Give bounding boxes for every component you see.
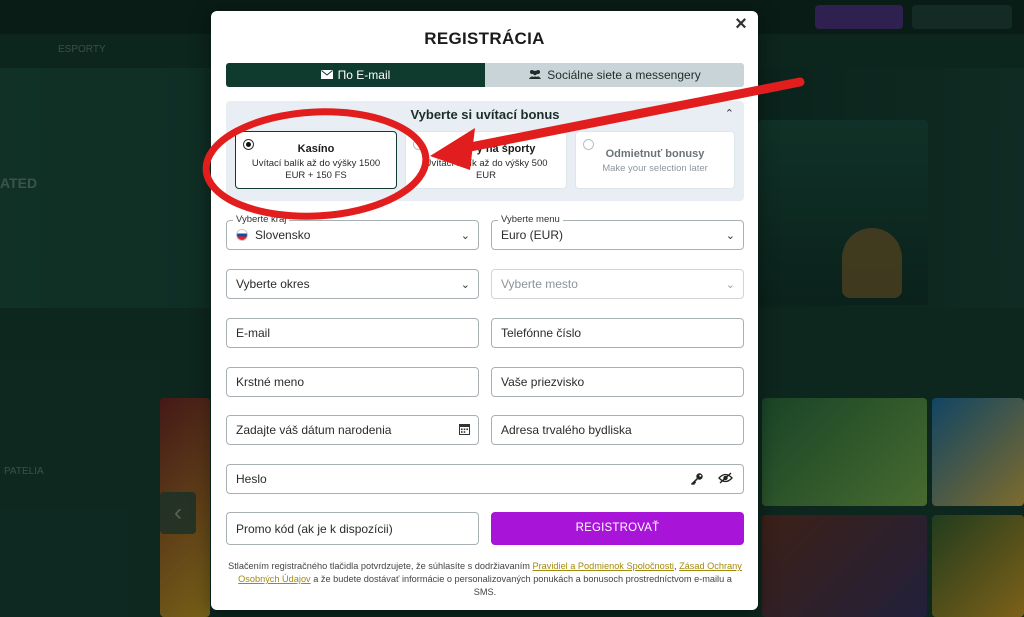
register-button[interactable]: REGISTROVAŤ	[491, 512, 744, 545]
chevron-down-icon: ⌄	[460, 230, 470, 242]
bonus-option-title: y na športy	[476, 143, 536, 155]
password-actions	[690, 472, 733, 489]
legal-text: Stlačením registračného tlačidla potvrdz…	[228, 561, 533, 571]
district-placeholder: Vyberte okres	[236, 277, 310, 291]
country-label: Vyberte kraj	[233, 214, 290, 226]
country-value: Slovensko	[255, 228, 311, 242]
currency-label: Vyberte menu	[498, 214, 563, 226]
address-placeholder: Adresa trvalého bydliska	[501, 423, 632, 437]
slovakia-flag-icon	[236, 229, 248, 241]
bonus-option-decline[interactable]: Odmietnuť bonusy Make your selection lat…	[575, 131, 735, 189]
phone-placeholder: Telefónne číslo	[501, 326, 582, 340]
bonus-option-title: Odmietnuť bonusy	[605, 148, 705, 160]
bonus-option-subtitle: Uvítací balík až do výšky 500 EUR	[424, 158, 548, 181]
currency-value: Euro (EUR)	[501, 228, 564, 242]
tab-email[interactable]: По E-mail	[226, 63, 485, 87]
chevron-down-icon: ⌄	[725, 279, 735, 291]
radio-decline[interactable]	[583, 139, 594, 150]
eye-slash-icon[interactable]	[718, 472, 733, 489]
radio-casino[interactable]	[243, 139, 254, 150]
bonus-option-subtitle: Make your selection later	[602, 163, 708, 174]
district-select[interactable]: Vyberte okres ⌄	[226, 269, 479, 299]
tab-social[interactable]: Sociálne siete a messengery	[485, 63, 744, 87]
phone-field[interactable]: Telefónne číslo	[491, 318, 744, 348]
chevron-up-icon[interactable]: ⌃	[725, 107, 734, 120]
users-icon	[528, 68, 542, 82]
modal-title: REGISTRÁCIA	[424, 29, 545, 48]
promo-placeholder: Promo kód (ak je k dispozícii)	[236, 521, 393, 536]
envelope-icon	[320, 68, 333, 82]
registration-tabs: По E-mail Sociálne siete a messengery	[226, 63, 744, 87]
email-placeholder: E-mail	[236, 326, 271, 340]
bonus-section: Vyberte si uvítací bonus ⌃ Kasíno Uvítac…	[226, 101, 744, 201]
birth-date-placeholder: Zadajte váš dátum narodenia	[236, 423, 392, 437]
registration-modal: × REGISTRÁCIA По E-mail Sociálne siete a…	[211, 11, 758, 610]
chevron-down-icon: ⌄	[460, 279, 470, 291]
first-name-field[interactable]: Krstné meno	[226, 367, 479, 397]
bonus-option-subtitle: Uvítací balík až do výšky 1500 EUR + 150…	[251, 158, 381, 181]
chevron-down-icon: ⌄	[725, 230, 735, 242]
first-name-placeholder: Krstné meno	[236, 375, 305, 389]
last-name-placeholder: Vaše priezvisko	[501, 375, 585, 389]
tab-social-label: Sociálne siete a messengery	[547, 68, 701, 82]
birth-date-field[interactable]: Zadajte váš dátum narodenia	[226, 415, 479, 445]
promo-code-field[interactable]: Promo kód (ak je k dispozícii)	[226, 512, 479, 545]
key-icon[interactable]	[690, 472, 704, 489]
city-placeholder: Vyberte mesto	[501, 277, 578, 291]
currency-select[interactable]: Vyberte menu Euro (EUR) ⌄	[491, 214, 744, 250]
bonus-option-sports[interactable]: y na športy Uvítací balík až do výšky 50…	[405, 131, 567, 189]
email-field[interactable]: E-mail	[226, 318, 479, 348]
calendar-icon[interactable]	[459, 423, 470, 438]
address-field[interactable]: Adresa trvalého bydliska	[491, 415, 744, 445]
last-name-field[interactable]: Vaše priezvisko	[491, 367, 744, 397]
password-placeholder: Heslo	[236, 472, 267, 486]
legal-notice: Stlačením registračného tlačidla potvrdz…	[226, 560, 744, 599]
radio-sports[interactable]	[413, 139, 424, 150]
country-select[interactable]: Vyberte kraj Slovensko ⌄	[226, 214, 479, 250]
bonus-option-title: Kasíno	[297, 143, 335, 155]
tab-email-label: По E-mail	[337, 68, 391, 82]
password-field[interactable]: Heslo	[226, 464, 744, 494]
bonus-heading: Vyberte si uvítací bonus	[410, 107, 560, 122]
bonus-option-casino[interactable]: Kasíno Uvítací balík až do výšky 1500 EU…	[235, 131, 397, 189]
legal-text: a že budete dostávať informácie o person…	[310, 574, 732, 597]
city-select[interactable]: Vyberte mesto ⌄	[491, 269, 744, 299]
terms-link[interactable]: Pravidiel a Podmienok Spoločnosti	[532, 561, 673, 571]
